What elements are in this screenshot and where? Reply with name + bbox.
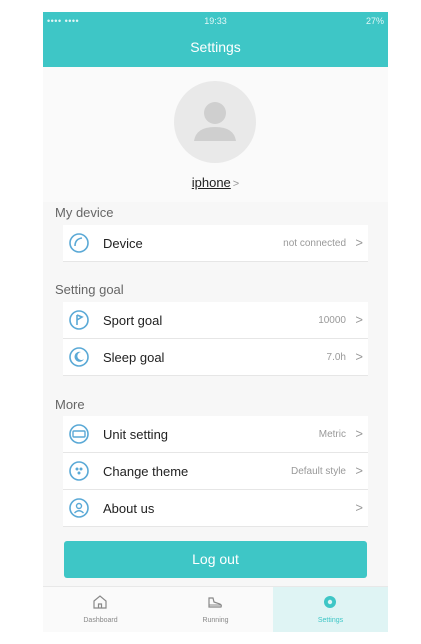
device-status: not connected xyxy=(283,238,346,249)
logout-button[interactable]: Log out xyxy=(64,541,367,578)
tab-bar: Dashboard Running Settings xyxy=(43,586,388,632)
tab-dashboard-label: Dashboard xyxy=(83,617,118,624)
change-theme-row[interactable]: Change theme Default style > xyxy=(63,453,368,490)
theme-icon xyxy=(69,461,89,481)
status-time: 19:33 xyxy=(204,16,227,26)
chevron-right-icon: > xyxy=(355,426,363,441)
home-icon xyxy=(93,595,107,609)
settings-icon xyxy=(324,596,336,608)
profile-section: iphone > xyxy=(43,67,388,202)
tab-settings[interactable]: Settings xyxy=(273,587,388,632)
running-shoe-icon xyxy=(208,597,222,608)
chevron-right-icon: > xyxy=(355,235,363,250)
chevron-right-icon: > xyxy=(355,312,363,327)
battery-indicator: 27% xyxy=(365,16,384,26)
chevron-right-icon: > xyxy=(355,463,363,478)
user-silhouette-icon xyxy=(194,102,236,141)
device-row[interactable]: Device not connected > xyxy=(63,225,368,262)
about-us-label: About us xyxy=(103,501,155,516)
about-icon xyxy=(69,498,89,518)
status-bar: •••• •••• 19:33 27% xyxy=(43,12,388,30)
avatar[interactable] xyxy=(174,81,256,163)
profile-name: iphone xyxy=(191,175,231,190)
unit-setting-label: Unit setting xyxy=(103,427,169,442)
section-title-my-device: My device xyxy=(55,205,114,220)
tab-running-label: Running xyxy=(202,617,229,624)
sleep-goal-value: 7.0h xyxy=(326,352,346,363)
chevron-right-icon: > xyxy=(232,178,240,190)
sleep-goal-icon xyxy=(69,347,89,367)
page-title: Settings xyxy=(190,39,241,55)
phone-screen: •••• •••• 19:33 27% Settings iphone > My … xyxy=(43,12,388,632)
tab-settings-label: Settings xyxy=(317,617,344,624)
device-icon xyxy=(69,233,89,253)
unit-setting-row[interactable]: Unit setting Metric > xyxy=(63,416,368,453)
sleep-goal-row[interactable]: Sleep goal 7.0h > xyxy=(63,339,368,376)
sleep-goal-label: Sleep goal xyxy=(103,350,165,365)
section-title-more: More xyxy=(55,397,85,412)
sport-goal-row[interactable]: Sport goal 10000 > xyxy=(63,302,368,339)
profile-name-link[interactable]: iphone > xyxy=(43,175,388,190)
device-label: Device xyxy=(103,236,143,251)
sport-goal-label: Sport goal xyxy=(103,313,163,328)
tab-dashboard[interactable]: Dashboard xyxy=(43,587,158,632)
tab-running[interactable]: Running xyxy=(158,587,273,632)
sport-goal-icon xyxy=(69,310,89,330)
change-theme-value: Default style xyxy=(290,466,346,477)
chevron-right-icon: > xyxy=(355,500,363,515)
section-title-setting-goal: Setting goal xyxy=(55,282,124,297)
about-us-row[interactable]: About us > xyxy=(63,490,368,527)
unit-setting-value: Metric xyxy=(318,429,346,440)
sport-goal-value: 10000 xyxy=(318,315,346,326)
change-theme-label: Change theme xyxy=(103,464,189,479)
header-bar: •••• •••• 19:33 27% Settings xyxy=(43,12,388,67)
chevron-right-icon: > xyxy=(355,349,363,364)
unit-setting-icon xyxy=(69,424,89,444)
